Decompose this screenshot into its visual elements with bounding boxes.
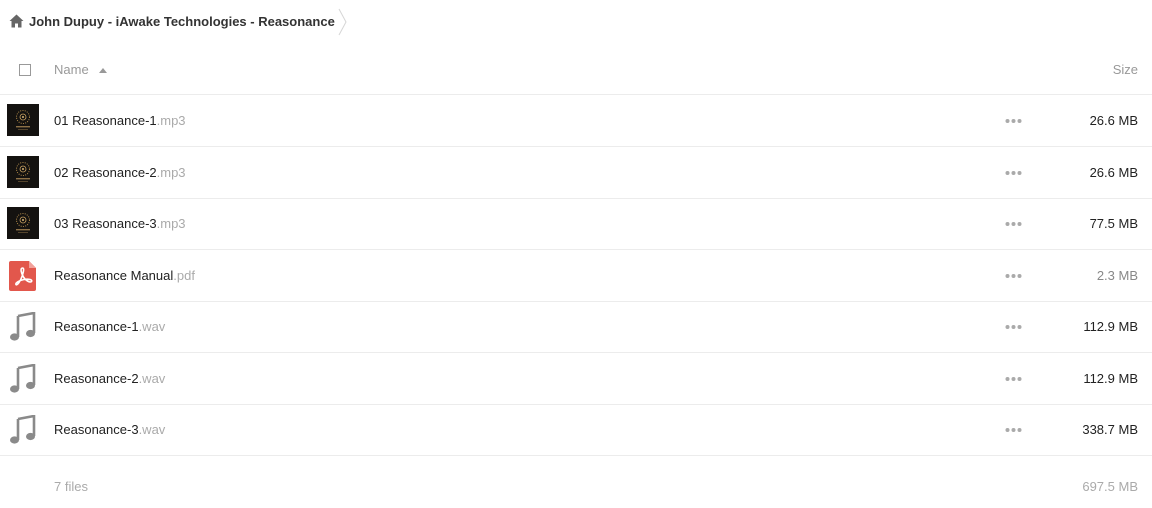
sort-ascending-icon[interactable] — [99, 68, 107, 73]
file-basename: Reasonance Manual — [54, 268, 174, 283]
file-list-header: Name Size — [0, 44, 1152, 95]
file-list-summary: 7 files 697.5 MB — [0, 472, 1152, 502]
more-options-icon[interactable] — [1005, 273, 1022, 279]
file-size: 77.5 MB — [1089, 216, 1138, 231]
file-size: 112.9 MB — [1083, 371, 1138, 386]
file-extension: .mp3 — [156, 165, 186, 180]
file-count: 7 files — [54, 479, 88, 494]
file-name[interactable]: 03 Reasonance-3.mp3 — [54, 216, 186, 231]
file-size: 26.6 MB — [1089, 113, 1138, 128]
file-name[interactable]: Reasonance-2.wav — [54, 371, 165, 386]
file-name[interactable]: Reasonance Manual.pdf — [54, 268, 195, 283]
select-all-checkbox[interactable] — [19, 64, 31, 76]
more-options-icon[interactable] — [1005, 324, 1022, 330]
file-size: 26.6 MB — [1089, 165, 1138, 180]
size-column-header[interactable]: Size — [1113, 62, 1138, 77]
file-basename: Reasonance-3 — [54, 422, 139, 437]
file-name[interactable]: 02 Reasonance-2.mp3 — [54, 165, 186, 180]
file-name[interactable]: Reasonance-1.wav — [54, 319, 165, 334]
file-extension: .pdf — [173, 268, 195, 283]
file-basename: 03 Reasonance-3 — [54, 216, 157, 231]
pdf-icon — [9, 261, 36, 291]
album-art-thumbnail — [7, 156, 39, 188]
more-options-icon[interactable] — [1005, 427, 1022, 433]
file-row[interactable]: 01 Reasonance-1.mp3 26.6 MB — [0, 95, 1152, 147]
file-basename: 02 Reasonance-2 — [54, 165, 157, 180]
file-size: 112.9 MB — [1083, 319, 1138, 334]
file-basename: Reasonance-1 — [54, 319, 139, 334]
file-row[interactable]: Reasonance Manual.pdf 2.3 MB — [0, 250, 1152, 302]
name-column-header[interactable]: Name — [54, 62, 89, 77]
more-options-icon[interactable] — [1005, 170, 1022, 176]
album-art-thumbnail — [7, 104, 39, 136]
file-extension: .wav — [138, 319, 166, 334]
file-basename: 01 Reasonance-1 — [54, 113, 157, 128]
album-art-thumbnail — [7, 207, 39, 239]
file-row[interactable]: Reasonance-1.wav 112.9 MB — [0, 301, 1152, 353]
more-options-icon[interactable] — [1005, 221, 1022, 227]
file-size: 2.3 MB — [1096, 268, 1138, 283]
file-extension: .wav — [138, 422, 166, 437]
breadcrumb-current-folder[interactable]: John Dupuy - iAwake Technologies - Reaso… — [29, 14, 335, 30]
file-row[interactable]: 03 Reasonance-3.mp3 77.5 MB — [0, 198, 1152, 250]
file-name[interactable]: 01 Reasonance-1.mp3 — [54, 113, 186, 128]
more-options-icon[interactable] — [1005, 376, 1022, 382]
more-options-icon[interactable] — [1005, 118, 1022, 124]
file-extension: .wav — [138, 371, 166, 386]
file-row[interactable]: Reasonance-3.wav 338.7 MB — [0, 404, 1152, 456]
music-note-icon — [10, 415, 36, 444]
file-basename: Reasonance-2 — [54, 371, 139, 386]
breadcrumb-separator-icon — [338, 8, 347, 36]
home-icon[interactable] — [9, 14, 24, 28]
file-extension: .mp3 — [156, 216, 186, 231]
music-note-icon — [10, 364, 36, 393]
total-size: 697.5 MB — [1082, 479, 1138, 494]
breadcrumb: John Dupuy - iAwake Technologies - Reaso… — [0, 0, 1152, 44]
music-note-icon — [10, 312, 36, 341]
file-extension: .mp3 — [156, 113, 186, 128]
file-name[interactable]: Reasonance-3.wav — [54, 422, 165, 437]
file-row[interactable]: Reasonance-2.wav 112.9 MB — [0, 353, 1152, 405]
file-size: 338.7 MB — [1082, 422, 1138, 437]
file-row[interactable]: 02 Reasonance-2.mp3 26.6 MB — [0, 147, 1152, 199]
